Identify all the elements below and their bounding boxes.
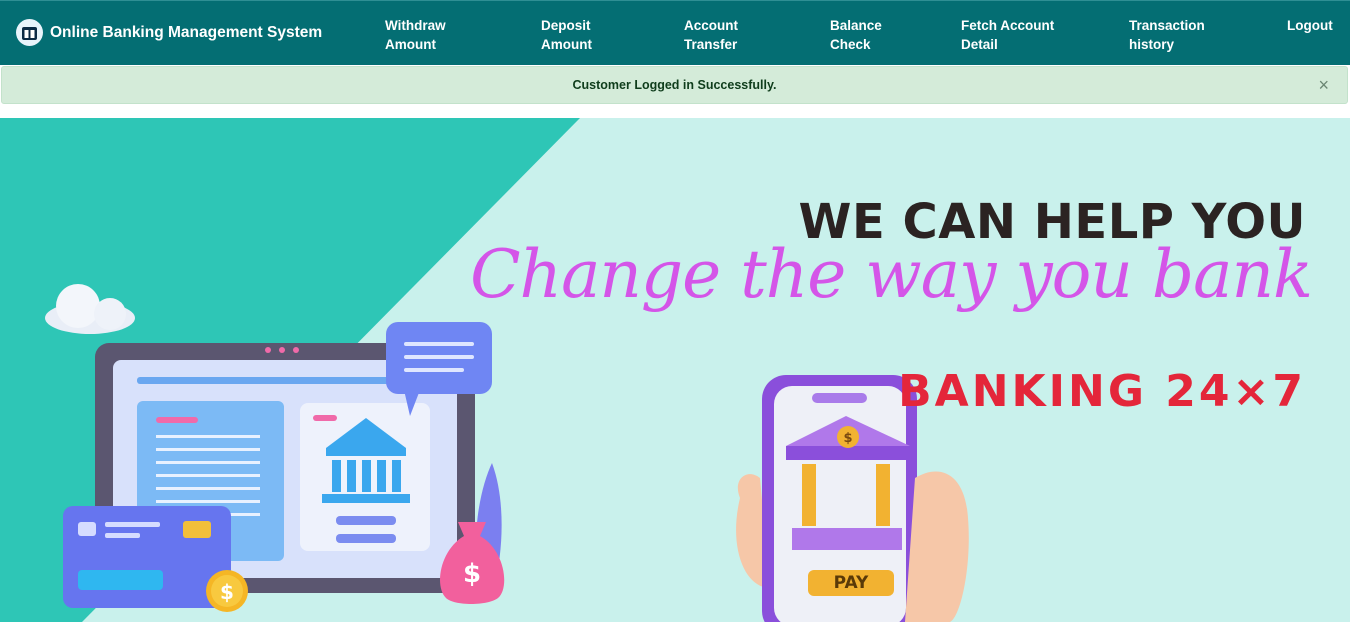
nav-deposit-amount[interactable]: Deposit Amount — [541, 16, 641, 54]
alert-message: Customer Logged in Successfully. — [572, 78, 777, 92]
nav-withdraw-line2: Amount — [385, 37, 436, 52]
nav-transaction-history[interactable]: Transaction history — [1129, 16, 1229, 54]
nav-transfer-line1: Account — [684, 18, 738, 33]
nav-fetch-line1: Fetch Account — [961, 18, 1055, 33]
nav-fetch-account-detail[interactable]: Fetch Account Detail — [961, 16, 1081, 54]
nav-logout[interactable]: Logout — [1287, 16, 1342, 35]
bank-building-icon — [16, 19, 43, 46]
coin-icon: $ — [206, 570, 248, 612]
nav-history-line1: Transaction — [1129, 18, 1205, 33]
svg-text:$: $ — [463, 559, 481, 589]
nav-withdraw-line1: Withdraw — [385, 18, 446, 33]
nav-withdraw-amount[interactable]: Withdraw Amount — [385, 16, 485, 54]
nav-balance-line1: Balance — [830, 18, 882, 33]
nav-history-line2: history — [1129, 37, 1175, 52]
banner-tagline: Change the way you bank — [470, 236, 1313, 313]
nav-fetch-line2: Detail — [961, 37, 998, 52]
nav-transfer-line2: Transfer — [684, 37, 738, 52]
nav-balance-check[interactable]: Balance Check — [830, 16, 930, 54]
pay-label: PAY — [834, 573, 869, 593]
nav-deposit-line2: Amount — [541, 37, 592, 52]
close-icon[interactable]: × — [1318, 75, 1329, 95]
credit-card-icon — [63, 506, 231, 608]
nav-balance-line2: Check — [830, 37, 871, 52]
brand-link[interactable]: Online Banking Management System — [16, 19, 322, 46]
banner-subline: BANKING 24×7 — [898, 366, 1306, 417]
nav-account-transfer[interactable]: Account Transfer — [684, 16, 784, 54]
success-alert: Customer Logged in Successfully. × — [1, 66, 1348, 104]
hero-banner: $ $ $ PAY WE CAN HELP YOU Change the way… — [0, 118, 1350, 622]
top-navbar: Online Banking Management System Withdra… — [0, 0, 1350, 65]
svg-text:$: $ — [220, 580, 234, 604]
svg-text:$: $ — [843, 431, 852, 446]
brand-title: Online Banking Management System — [50, 23, 323, 41]
nav-deposit-line1: Deposit — [541, 18, 591, 33]
